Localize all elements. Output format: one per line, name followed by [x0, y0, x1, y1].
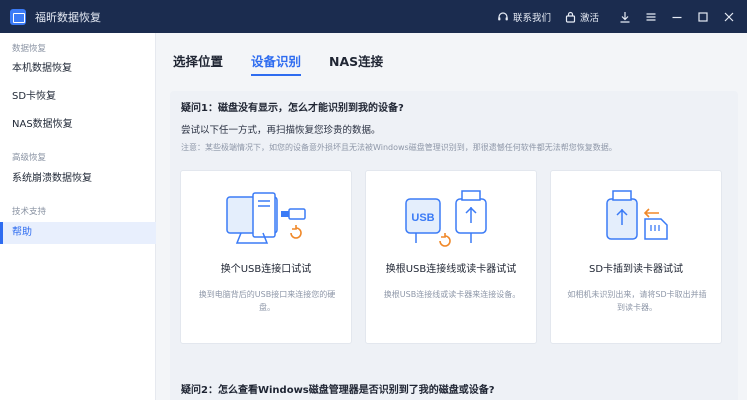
sd-card-reader-icon	[606, 190, 668, 240]
menu-button[interactable]	[639, 0, 663, 33]
question2-panel[interactable]: 疑问2：怎么查看Windows磁盘管理器是否识别到了我的磁盘或设备?	[170, 371, 738, 400]
svg-text:USB: USB	[411, 212, 434, 224]
download-icon	[620, 11, 630, 23]
usb-cable-swap-icon: USB	[405, 190, 487, 247]
question1-panel: 疑问1：磁盘没有显示，怎么才能识别到我的设备? 尝试以下任一方式，再扫描恢复您珍…	[170, 91, 738, 388]
sidebar: 数据恢复 本机数据恢复 SD卡恢复 NAS数据恢复 高级恢复 系统崩溃数据恢复 …	[0, 33, 156, 400]
main-content: 选择位置 设备识别 NAS连接 疑问1：磁盘没有显示，怎么才能识别到我的设备? …	[157, 33, 747, 400]
card-change-usb-port[interactable]: 换个USB连接口试试 换到电脑背后的USB接口来连接您的硬盘。	[180, 170, 352, 344]
sidebar-section-support: 技术支持	[12, 207, 47, 217]
lock-icon	[565, 11, 576, 23]
minimize-button[interactable]	[665, 0, 689, 33]
computer-usb-port-icon	[226, 192, 306, 244]
close-button[interactable]	[717, 0, 741, 33]
card-description: 如相机未识别出来，请将SD卡取出并插到读卡器。	[567, 290, 707, 312]
headset-icon	[498, 11, 508, 20]
sidebar-item-crash-recovery[interactable]: 系统崩溃数据恢复	[0, 168, 156, 190]
app-title: 福昕数据恢复	[35, 10, 101, 24]
maximize-icon	[698, 11, 708, 22]
card-description: 换到电脑背后的USB接口来连接您的硬盘。	[198, 290, 336, 312]
title-bar: 福昕数据恢复 联系我们 激活	[0, 0, 747, 33]
sidebar-item-help[interactable]: 帮助	[0, 222, 156, 244]
contact-us-button[interactable]: 联系我们	[497, 10, 551, 24]
card-description: 换根USB连接线或读卡器来连接设备。	[383, 290, 521, 299]
activate-button[interactable]: 激活	[565, 10, 599, 24]
tab-device-recognition[interactable]: 设备识别	[251, 51, 302, 76]
sidebar-item-local-recovery[interactable]: 本机数据恢复	[0, 58, 156, 80]
minimize-icon	[672, 16, 682, 18]
question1-note: 注意：某些极端情况下，如您的设备意外损坏且无法被Windows磁盘管理识别到，那…	[181, 143, 617, 152]
card-title: SD卡插到读卡器试试	[588, 264, 684, 275]
tab-bar: 选择位置 设备识别 NAS连接	[173, 51, 411, 76]
contact-us-label: 联系我们	[512, 12, 551, 24]
scrollbar[interactable]	[741, 33, 747, 400]
tab-nas-connection[interactable]: NAS连接	[329, 51, 383, 74]
sidebar-section-advanced: 高级恢复	[12, 153, 47, 163]
maximize-button[interactable]	[691, 0, 715, 33]
sidebar-section-data-recovery: 数据恢复	[12, 44, 47, 54]
hamburger-menu-icon	[646, 12, 656, 21]
sidebar-item-nas-recovery[interactable]: NAS数据恢复	[0, 114, 156, 136]
question1-subtitle: 尝试以下任一方式，再扫描恢复您珍贵的数据。	[181, 125, 381, 136]
card-change-usb-cable[interactable]: USB 换根USB连接线或读卡器试试 换根USB连接线或读卡器来连接设备。	[365, 170, 537, 344]
download-button[interactable]	[613, 0, 637, 33]
card-title: 换个USB连接口试试	[220, 264, 312, 275]
sidebar-item-sd-recovery[interactable]: SD卡恢复	[0, 86, 156, 108]
question1-title: 疑问1：磁盘没有显示，怎么才能识别到我的设备?	[181, 103, 404, 114]
card-sd-card-reader[interactable]: SD卡插到读卡器试试 如相机未识别出来，请将SD卡取出并插到读卡器。	[550, 170, 722, 344]
card-title: 换根USB连接线或读卡器试试	[385, 264, 517, 275]
question2-title: 疑问2：怎么查看Windows磁盘管理器是否识别到了我的磁盘或设备?	[181, 385, 495, 396]
close-icon	[724, 12, 734, 21]
activate-label: 激活	[579, 12, 599, 24]
tab-select-location[interactable]: 选择位置	[173, 51, 223, 74]
app-logo-icon	[10, 8, 26, 25]
